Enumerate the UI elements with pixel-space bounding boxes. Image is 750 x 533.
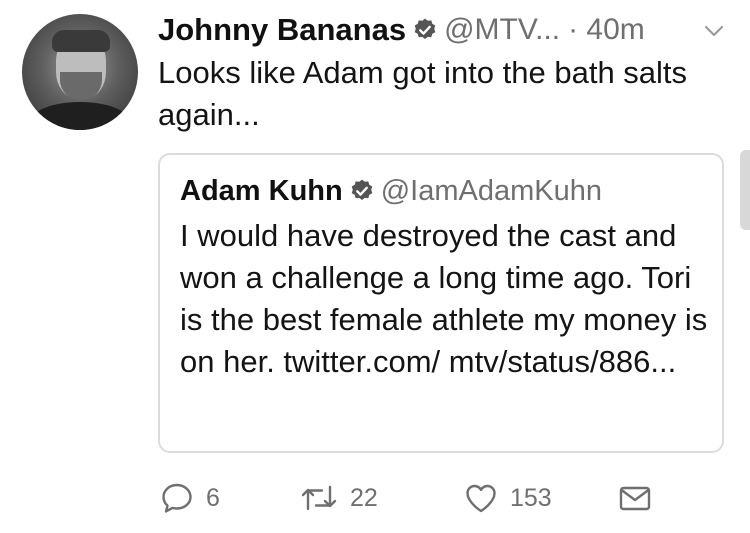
retweet-button[interactable]: 22 — [300, 478, 378, 518]
verified-badge-icon — [412, 17, 438, 43]
scrollbar[interactable] — [740, 150, 750, 230]
quoted-tweet[interactable]: Adam Kuhn @IamAdamKuhn I would have dest… — [158, 153, 724, 453]
tweet-header: Johnny Bananas @MTV... · 40m — [158, 10, 645, 50]
avatar-headband — [52, 30, 110, 52]
retweet-count: 22 — [350, 483, 378, 512]
author-name[interactable]: Johnny Bananas — [158, 12, 406, 48]
envelope-icon — [618, 483, 652, 513]
avatar-beard — [60, 72, 102, 100]
quoted-tweet-header: Adam Kuhn @IamAdamKuhn — [180, 171, 602, 211]
avatar-shoulders — [30, 102, 130, 130]
avatar[interactable] — [22, 14, 138, 130]
chevron-down-icon[interactable] — [703, 22, 725, 40]
quoted-author-name: Adam Kuhn — [180, 174, 343, 207]
direct-message-button[interactable] — [618, 478, 652, 518]
like-button[interactable]: 153 — [464, 478, 552, 518]
quoted-tweet-text: I would have destroyed the cast and won … — [180, 218, 708, 379]
tweet[interactable]: Johnny Bananas @MTV... · 40m Looks like … — [0, 0, 750, 533]
reply-count: 6 — [206, 483, 220, 512]
author-handle[interactable]: @MTV... — [444, 13, 560, 47]
verified-badge-icon — [349, 178, 375, 204]
tweet-timestamp[interactable]: · 40m — [568, 13, 645, 47]
like-count: 153 — [510, 483, 552, 512]
reply-icon — [160, 482, 194, 514]
quoted-author-handle: @IamAdamKuhn — [380, 174, 602, 207]
heart-icon — [464, 482, 498, 514]
action-bar: 6 22 153 — [158, 478, 718, 518]
retweet-icon — [300, 483, 338, 513]
reply-button[interactable]: 6 — [160, 478, 220, 518]
tweet-text: Looks like Adam got into the bath salts … — [158, 55, 688, 132]
